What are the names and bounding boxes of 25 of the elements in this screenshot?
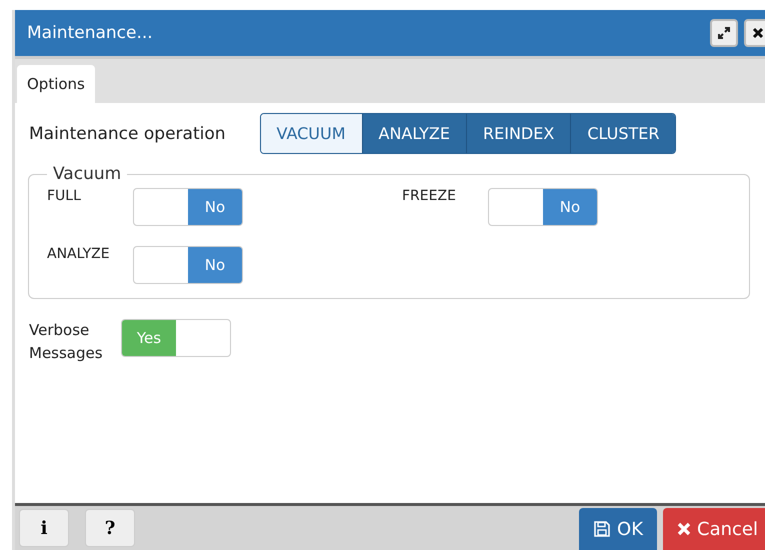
- info-button[interactable]: i: [19, 509, 69, 547]
- close-button[interactable]: [744, 19, 765, 47]
- help-button[interactable]: ?: [85, 509, 135, 547]
- field-label: Maintenance operation: [29, 124, 226, 144]
- segment-button[interactable]: ANALYZE: [362, 114, 466, 153]
- save-icon: [593, 520, 612, 538]
- field-label: FULL: [47, 188, 82, 204]
- window-title: Maintenance...: [27, 23, 154, 43]
- segment-button[interactable]: CLUSTER: [570, 114, 676, 153]
- segment-button[interactable]: VACUUM: [260, 114, 362, 153]
- field-label: FREEZE: [402, 188, 457, 204]
- close-icon: [677, 522, 692, 536]
- field-label: ANALYZE: [47, 246, 111, 262]
- group-legend: Vacuum: [47, 164, 128, 184]
- tab[interactable]: Options: [17, 65, 95, 103]
- toggle-switch[interactable]: No: [488, 188, 598, 226]
- field-label: Verbose Messages: [29, 320, 104, 364]
- segment-button[interactable]: REINDEX: [466, 114, 570, 153]
- expand-icon: [717, 26, 731, 40]
- cancel-button[interactable]: Cancel: [663, 508, 765, 550]
- ok-button[interactable]: OK: [579, 508, 658, 550]
- maximize-button[interactable]: [710, 19, 738, 47]
- toggle-switch[interactable]: No: [133, 188, 243, 226]
- toggle-switch[interactable]: No: [133, 246, 243, 284]
- close-icon: [752, 27, 764, 39]
